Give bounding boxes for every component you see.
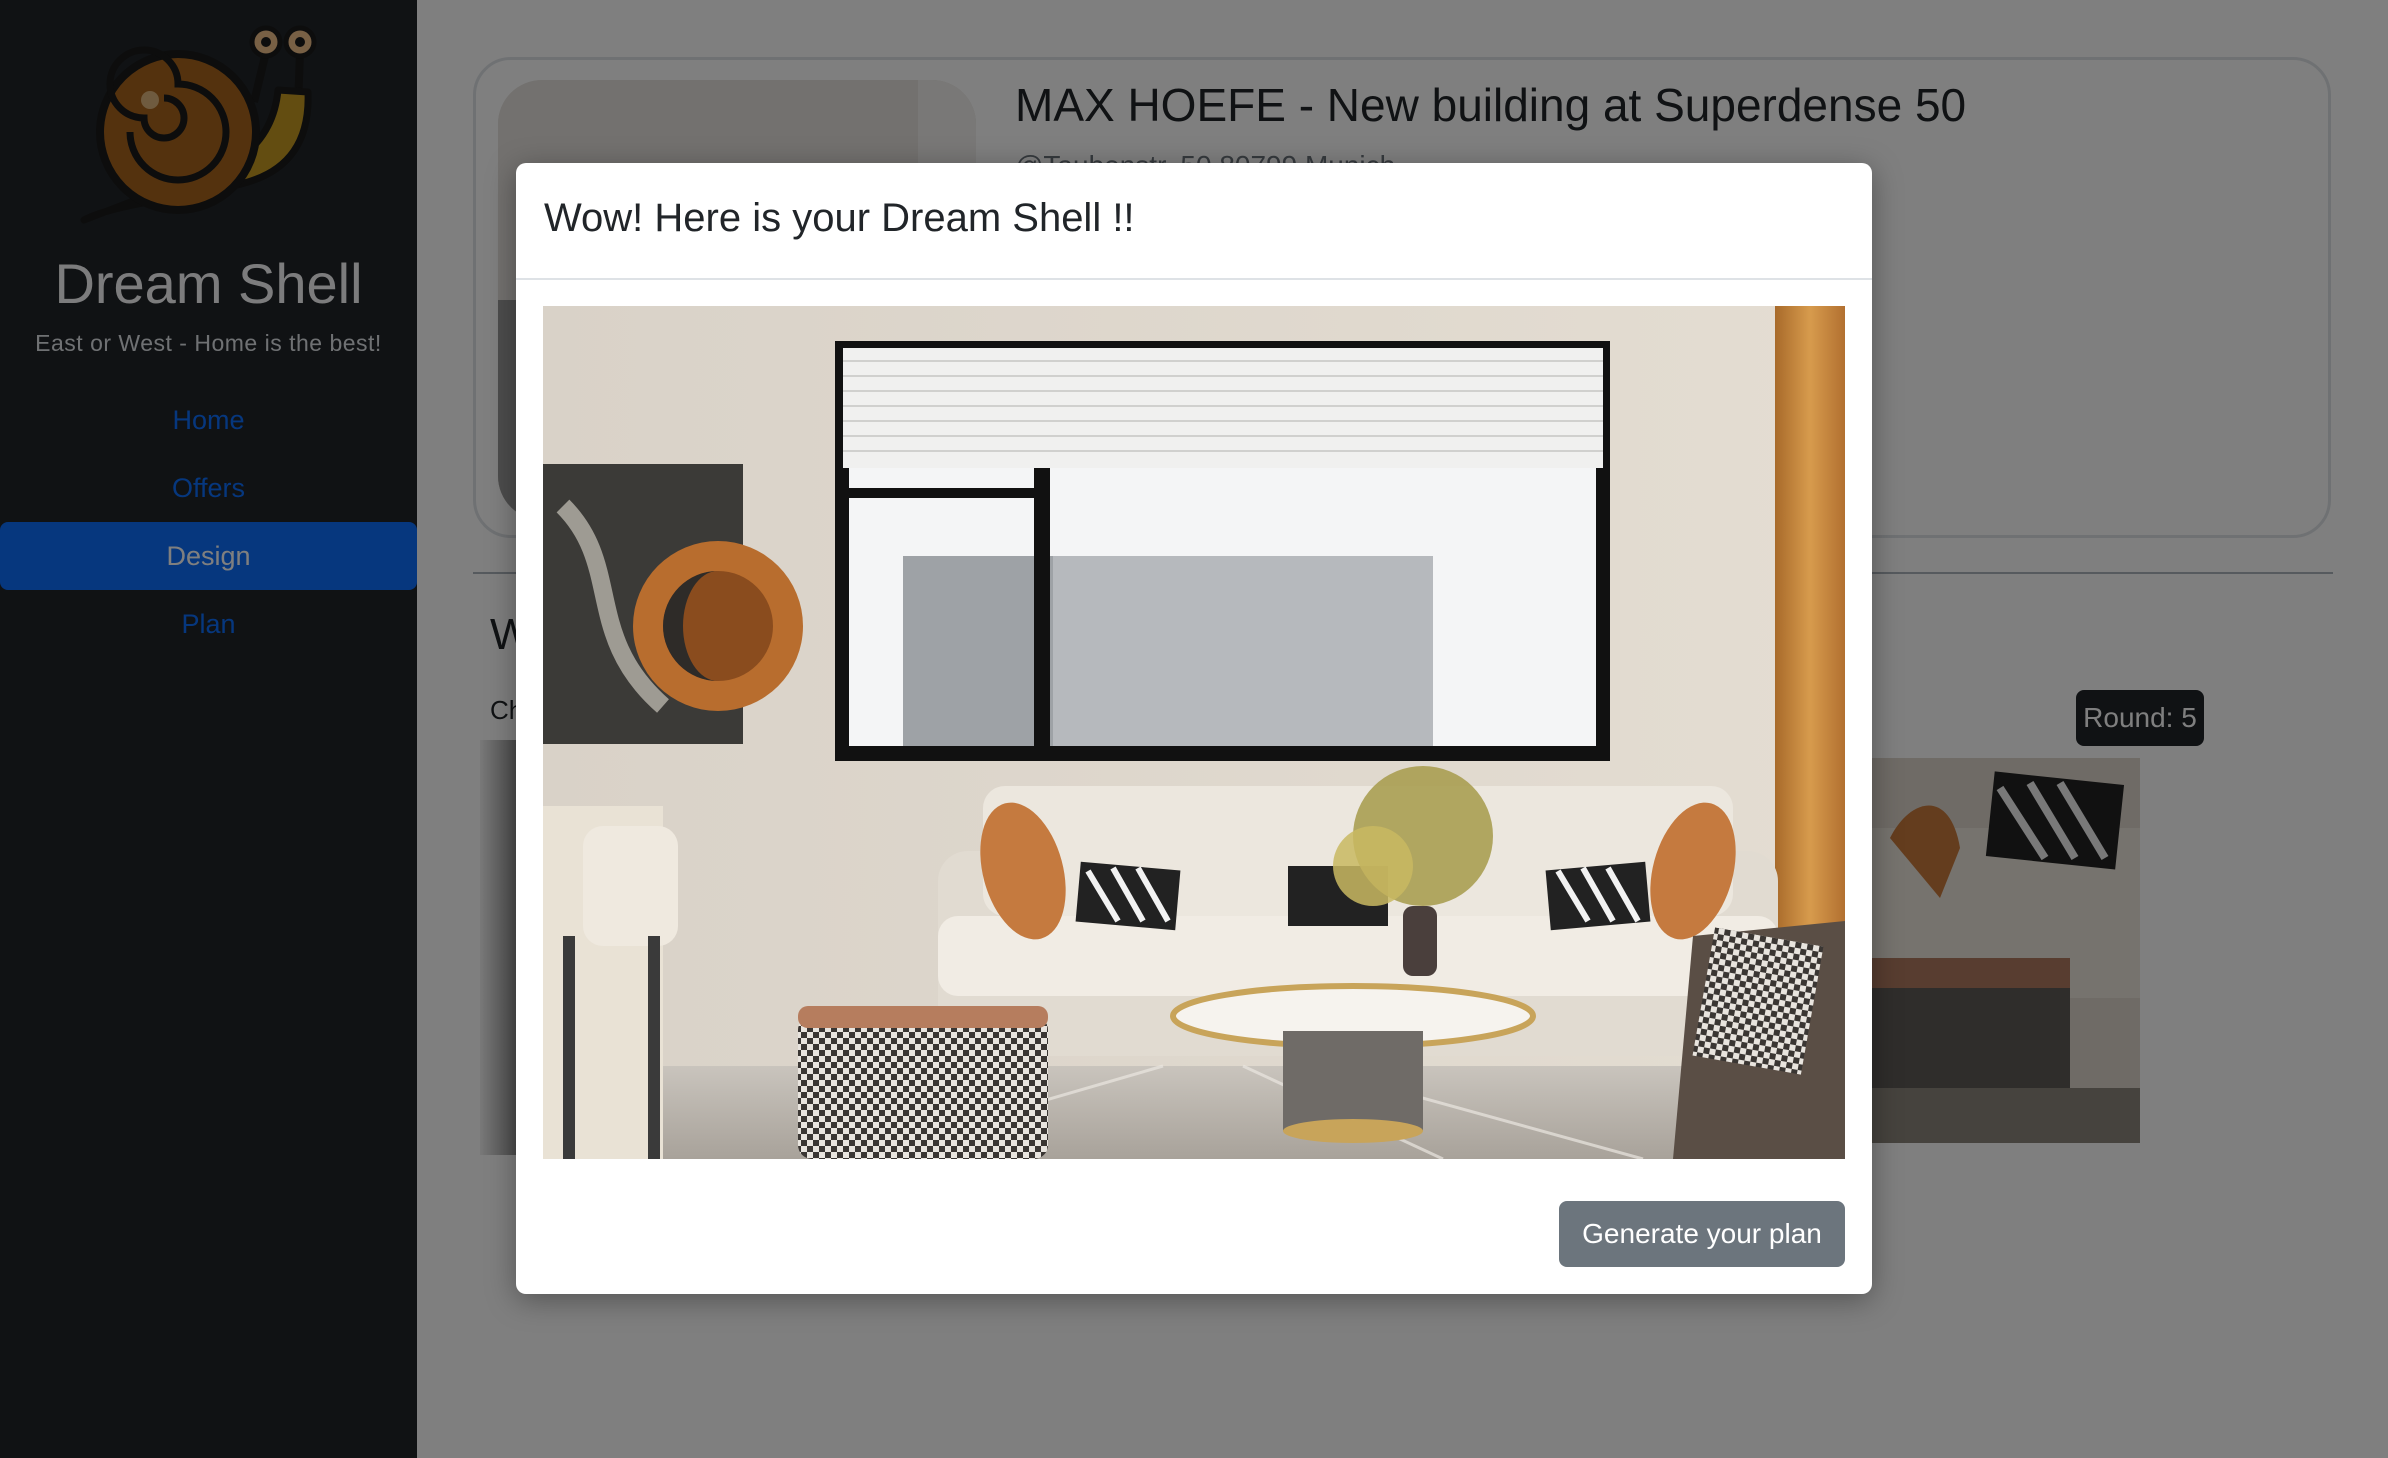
- dream-shell-image: [543, 306, 1845, 1159]
- modal-title: Wow! Here is your Dream Shell !!: [544, 196, 1135, 240]
- dream-shell-modal: Wow! Here is your Dream Shell !! Generat…: [516, 163, 1872, 1294]
- generate-plan-button[interactable]: Generate your plan: [1559, 1201, 1845, 1267]
- modal-header: Wow! Here is your Dream Shell !!: [516, 163, 1872, 280]
